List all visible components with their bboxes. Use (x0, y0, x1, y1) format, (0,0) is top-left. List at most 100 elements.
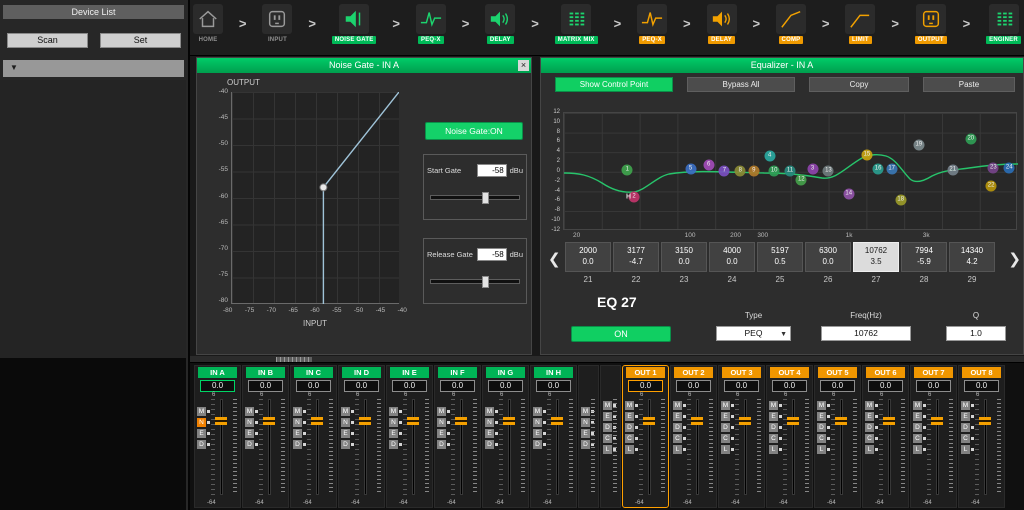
channel-btn-M[interactable]: M (437, 407, 446, 416)
channel-gain-value[interactable]: 0.0 (772, 380, 807, 392)
fader-track[interactable] (460, 399, 463, 495)
fader-handle[interactable] (215, 417, 227, 425)
channel-btn-M[interactable]: M (769, 401, 778, 410)
channel-btn-E[interactable]: E (485, 429, 494, 438)
channel-btn-E[interactable]: E (817, 412, 826, 421)
fader-track[interactable] (316, 399, 319, 495)
channel-btn-N[interactable]: N (389, 418, 398, 427)
fader-handle[interactable] (263, 417, 275, 425)
channel-btn-D[interactable]: D (721, 423, 730, 432)
channel-gain-value[interactable]: 0.0 (536, 380, 571, 392)
fader-handle[interactable] (551, 417, 563, 425)
eq-point-3[interactable]: 3 (807, 163, 818, 174)
fader-handle[interactable] (787, 417, 799, 425)
band-cell-28[interactable]: 7994 -5.9 (901, 242, 947, 272)
fader-handle[interactable] (931, 417, 943, 425)
eq-point-8[interactable]: 8 (735, 166, 746, 177)
toolbar-item-noise-gate[interactable]: NOISE GATE (332, 4, 377, 44)
release-gate-input[interactable] (477, 248, 507, 261)
gate-threshold-handle[interactable] (320, 184, 327, 191)
channel-btn-E[interactable]: E (625, 412, 634, 421)
channel-gain-value[interactable]: 0.0 (488, 380, 523, 392)
eq-point-19[interactable]: 19 (913, 140, 924, 151)
channel-btn-D[interactable]: D (769, 423, 778, 432)
start-gate-slider[interactable] (430, 195, 520, 200)
toolbar-item-limit[interactable]: LIMIT (845, 4, 875, 44)
eq-point-6[interactable]: 6 (703, 160, 714, 171)
eq-point-9[interactable]: 9 (748, 166, 759, 177)
channel-btn-M[interactable]: M (625, 401, 634, 410)
eq-point-11[interactable]: 11 (785, 166, 796, 177)
channel-gain-value[interactable]: 0.0 (296, 380, 331, 392)
channel-btn-E[interactable]: E (721, 412, 730, 421)
eq-point-12[interactable]: 12 (796, 175, 807, 186)
channel-btn-C[interactable]: C (913, 434, 922, 443)
channel-btn-D[interactable]: D (961, 423, 970, 432)
release-gate-slider-handle[interactable] (482, 276, 489, 288)
channel-btn-E[interactable]: E (961, 412, 970, 421)
channel-btn-D[interactable]: D (389, 440, 398, 449)
channel-btn-N[interactable]: N (581, 418, 590, 427)
channel-btn-C[interactable]: C (603, 434, 612, 443)
channel-btn-E[interactable]: E (245, 429, 254, 438)
channel-btn-D[interactable]: D (293, 440, 302, 449)
fader-track[interactable] (364, 399, 367, 495)
eq-point-22[interactable]: 22 (986, 181, 997, 192)
eq-point-4[interactable]: 4 (764, 150, 775, 161)
fader-track[interactable] (412, 399, 415, 495)
channel-btn-C[interactable]: C (721, 434, 730, 443)
channel-btn-E[interactable]: E (603, 412, 612, 421)
band-cell-26[interactable]: 6300 0.0 (805, 242, 851, 272)
channel-btn-M[interactable]: M (817, 401, 826, 410)
channel-gain-value[interactable]: 0.0 (200, 380, 235, 392)
fader-track[interactable] (840, 399, 843, 495)
channel-btn-C[interactable]: C (769, 434, 778, 443)
start-gate-input[interactable] (477, 164, 507, 177)
eq-point-15[interactable]: 15 (861, 149, 872, 160)
device-list-expander[interactable]: ▼ (3, 60, 184, 77)
eq-point-10[interactable]: 10 (769, 166, 780, 177)
channel-btn-L[interactable]: L (817, 445, 826, 454)
eq-point-13[interactable]: 13 (823, 166, 834, 177)
toolbar-item-enginer[interactable]: ENGINER (986, 4, 1021, 44)
channel-btn-M[interactable]: M (389, 407, 398, 416)
channel-btn-D[interactable]: D (817, 423, 826, 432)
channel-btn-M[interactable]: M (673, 401, 682, 410)
paste-button[interactable]: Paste (923, 77, 1015, 92)
channel-btn-N[interactable]: N (485, 418, 494, 427)
toolbar-item-home[interactable]: HOME (193, 4, 223, 44)
fader-track[interactable] (696, 399, 699, 495)
channel-btn-C[interactable]: C (817, 434, 826, 443)
eq-point-18[interactable]: 18 (895, 195, 906, 206)
channel-btn-L[interactable]: L (721, 445, 730, 454)
channel-btn-L[interactable]: L (913, 445, 922, 454)
eq-point-5[interactable]: 5 (685, 163, 696, 174)
channel-btn-N[interactable]: N (245, 418, 254, 427)
channel-btn-E[interactable]: E (913, 412, 922, 421)
channel-btn-E[interactable]: E (533, 429, 542, 438)
channel-gain-value[interactable]: 0.0 (628, 380, 663, 392)
channel-btn-D[interactable]: D (581, 440, 590, 449)
fader-track[interactable] (648, 399, 651, 495)
bands-scroll-right-icon[interactable]: ❯ (1008, 250, 1021, 268)
fader-track[interactable] (888, 399, 891, 495)
band-cell-29[interactable]: 14340 4.2 (949, 242, 995, 272)
toolbar-item-peq-x[interactable]: PEQ-X (637, 4, 667, 44)
toolbar-item-comp[interactable]: COMP (776, 4, 806, 44)
channel-btn-D[interactable]: D (865, 423, 874, 432)
channel-gain-value[interactable]: 0.0 (820, 380, 855, 392)
freq-input[interactable]: 10762 (821, 326, 911, 341)
channel-btn-E[interactable]: E (437, 429, 446, 438)
type-dropdown[interactable]: PEQ ▼ (716, 326, 791, 341)
channel-btn-C[interactable]: C (961, 434, 970, 443)
channel-btn-M[interactable]: M (485, 407, 494, 416)
fader-handle[interactable] (503, 417, 515, 425)
band-cell-25[interactable]: 5197 0.5 (757, 242, 803, 272)
channel-gain-value[interactable]: 0.0 (868, 380, 903, 392)
band-cell-22[interactable]: 3177 -4.7 (613, 242, 659, 272)
channel-btn-M[interactable]: M (197, 407, 206, 416)
eq-point-7[interactable]: 7 (719, 166, 730, 177)
channel-gain-value[interactable]: 0.0 (676, 380, 711, 392)
channel-btn-E[interactable]: E (293, 429, 302, 438)
channel-btn-D[interactable]: D (913, 423, 922, 432)
